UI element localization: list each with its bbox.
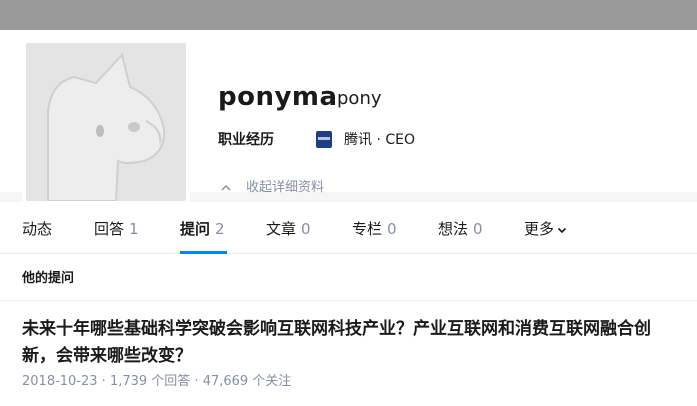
section-title: 他的提问 — [22, 271, 75, 286]
collapse-details-button[interactable]: 收起详细资料 — [220, 178, 324, 198]
profile-tabs: 动态 回答 1 提问 2 文章 0 专栏 0 想法 0 更多 — [0, 202, 697, 254]
profile-header-card: ponyma pony 职业经历 腾讯 · CEO 收起详细资料 — [0, 30, 697, 205]
tab-count: 0 — [301, 220, 311, 238]
divider — [0, 300, 697, 301]
tab-count: 0 — [473, 220, 483, 238]
career-label: 职业经历 — [218, 132, 274, 148]
question-title-link[interactable]: 未来十年哪些基础科学突破会影响互联网科技产业？产业互联网和消费互联网融合创新，会… — [22, 316, 682, 370]
tab-label: 动态 — [22, 220, 53, 238]
question-meta: 2018-10-23 · 1,739 个回答 · 47,669 个关注 — [22, 374, 292, 389]
tab-columns[interactable]: 专栏 0 — [352, 218, 397, 240]
tab-count: 1 — [129, 220, 139, 238]
tab-questions[interactable]: 提问 2 — [180, 218, 225, 240]
chevron-up-icon — [220, 182, 232, 194]
tab-label: 更多 — [524, 220, 555, 238]
tab-label: 专栏 — [352, 220, 383, 238]
chevron-down-icon — [557, 225, 567, 235]
tab-count: 2 — [215, 220, 225, 238]
avatar[interactable] — [22, 39, 190, 205]
collapse-details-label: 收起详细资料 — [246, 180, 325, 195]
tab-activities[interactable]: 动态 — [22, 218, 52, 240]
tab-count: 0 — [387, 220, 397, 238]
user-headline: pony — [337, 88, 382, 109]
tab-answers[interactable]: 回答 1 — [94, 218, 139, 240]
user-name: ponyma — [218, 82, 338, 112]
tab-label: 提问 — [180, 220, 211, 238]
tab-articles[interactable]: 文章 0 — [266, 218, 311, 240]
tab-label: 想法 — [438, 220, 469, 238]
tab-label: 文章 — [266, 220, 297, 238]
active-tab-indicator — [180, 251, 227, 254]
default-avatar-dog-icon — [26, 43, 186, 201]
career-company[interactable]: 腾讯 · CEO — [344, 130, 415, 150]
tab-thoughts[interactable]: 想法 0 — [438, 218, 483, 240]
profile-cover-banner — [0, 0, 697, 30]
tab-more[interactable]: 更多 — [524, 218, 567, 240]
tab-label: 回答 — [94, 220, 125, 238]
tencent-logo-icon — [316, 131, 332, 148]
profile-main-content: 动态 回答 1 提问 2 文章 0 专栏 0 想法 0 更多 他的提问 未来十年哪些基础科… — [0, 202, 697, 406]
